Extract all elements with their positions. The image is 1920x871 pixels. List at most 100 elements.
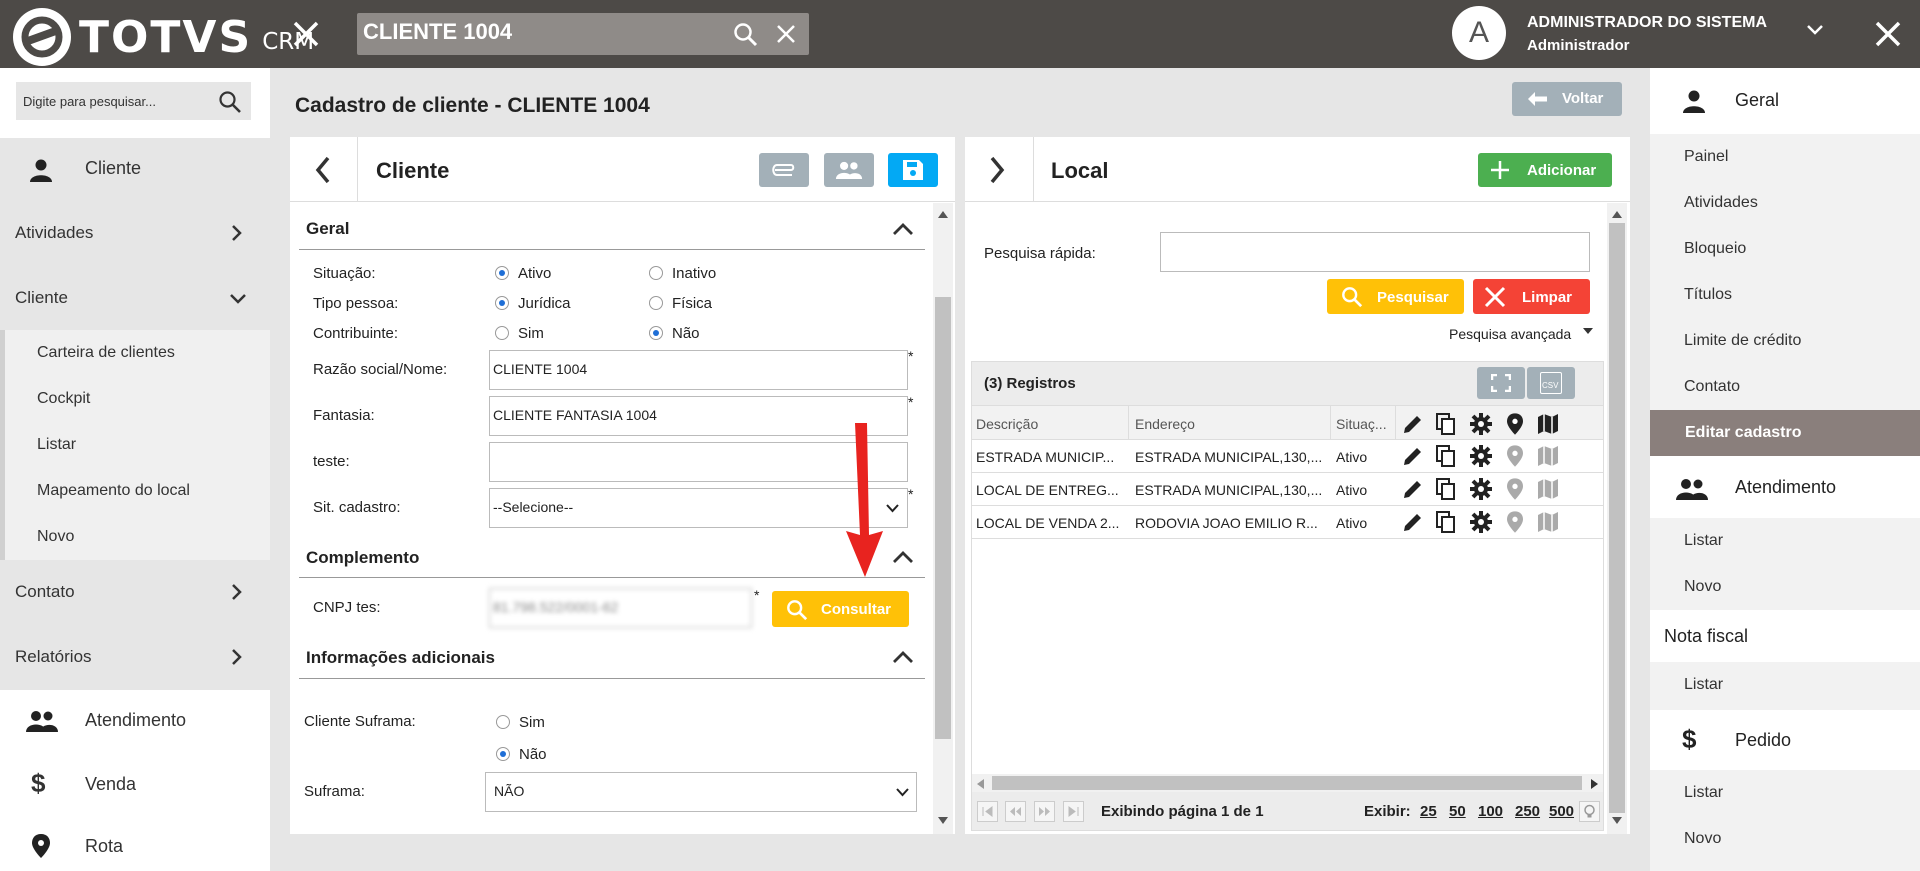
close-menu-icon[interactable] [290,18,322,50]
pesquisar-button[interactable]: Pesquisar [1327,279,1464,314]
map-icon[interactable] [1537,445,1559,467]
search-icon[interactable] [218,90,242,114]
column-endereco[interactable]: Endereço [1135,416,1195,432]
sidebar-item-listar[interactable]: Listar [37,436,76,454]
chevron-down-icon[interactable] [1806,24,1824,36]
right-item-nota-listar[interactable]: Listar [1684,676,1723,694]
tipo-juridica-radio[interactable] [495,296,509,310]
next-page-icon[interactable] [1034,801,1055,822]
right-item-bloqueio[interactable]: Bloqueio [1684,240,1746,258]
caret-down-icon[interactable] [1583,328,1593,334]
sidebar-item-atividades[interactable]: Atividades [0,200,270,266]
contribuinte-sim-radio[interactable] [495,326,509,340]
map-icon[interactable] [1537,511,1559,533]
location-pin-icon[interactable] [1507,478,1523,500]
scroll-thumb[interactable] [992,776,1582,790]
right-item-atendimento-novo[interactable]: Novo [1684,578,1721,596]
right-section-pedido[interactable]: $ Pedido [1650,710,1920,770]
edit-icon[interactable] [1402,478,1424,500]
right-item-pedido-listar[interactable]: Listar [1684,784,1723,802]
right-item-limite-credito[interactable]: Limite de crédito [1684,332,1801,350]
suframa-sim-radio[interactable] [496,715,510,729]
scroll-left-icon[interactable] [977,779,984,789]
attach-button[interactable] [759,153,809,187]
add-local-button[interactable]: Adicionar [1478,153,1612,187]
brand-logo[interactable]: TOTVS CRM [13,8,314,66]
table-row[interactable]: ESTRADA MUNICIP... ESTRADA MUNICIPAL,130… [972,440,1603,473]
suframa-nao-radio[interactable] [496,747,510,761]
sidebar-item-cliente-header[interactable]: Cliente [0,138,270,200]
cnpj-input[interactable]: 81.798.522/0001-62 [489,588,752,628]
scroll-down-icon[interactable] [938,817,948,824]
page-size-25[interactable]: 25 [1420,803,1437,820]
situacao-inativo-radio[interactable] [649,266,663,280]
right-item-contato[interactable]: Contato [1684,378,1740,396]
cliente-scrollbar[interactable] [933,203,953,834]
column-descricao[interactable]: Descrição [976,416,1038,432]
sidebar-item-venda[interactable]: $ Venda [0,752,270,816]
scroll-up-icon[interactable] [938,211,948,218]
location-pin-icon[interactable] [1507,445,1523,467]
scroll-right-icon[interactable] [1591,779,1598,789]
expand-button[interactable] [1477,367,1525,399]
search-icon[interactable] [733,22,759,48]
page-size-250[interactable]: 250 [1515,803,1540,820]
page-size-100[interactable]: 100 [1478,803,1503,820]
table-row[interactable]: LOCAL DE ENTREG... ESTRADA MUNICIPAL,130… [972,473,1603,506]
limpar-button[interactable]: Limpar [1473,279,1590,314]
close-icon[interactable] [1872,18,1904,50]
advanced-search-link[interactable]: Pesquisa avançada [1449,326,1571,342]
copy-icon[interactable] [1436,445,1456,467]
scroll-thumb[interactable] [935,297,951,739]
sidebar-item-atendimento[interactable]: Atendimento [0,690,270,752]
chevron-left-icon[interactable] [315,156,331,184]
quick-search-input[interactable] [1160,232,1590,272]
edit-icon[interactable] [1402,511,1424,533]
sidebar-item-contato[interactable]: Contato [0,560,270,624]
scroll-up-icon[interactable] [1612,211,1622,218]
chevron-up-icon[interactable] [892,223,914,236]
right-item-painel[interactable]: Painel [1684,148,1728,166]
user-avatar[interactable]: A [1452,6,1506,60]
gear-icon[interactable] [1470,445,1492,467]
gear-icon[interactable] [1470,511,1492,533]
sidebar-item-rota[interactable]: Rota [0,816,270,871]
sidebar-search-input[interactable]: Digite para pesquisar... [16,82,251,120]
chevron-up-icon[interactable] [892,551,914,564]
page-size-50[interactable]: 50 [1449,803,1466,820]
export-csv-button[interactable]: CSV [1527,367,1575,399]
sidebar-item-carteira[interactable]: Carteira de clientes [37,344,175,362]
table-row[interactable]: LOCAL DE VENDA 2... RODOVIA JOAO EMILIO … [972,506,1603,539]
razao-social-input[interactable]: CLIENTE 1004 [489,350,908,390]
sidebar-item-cliente-group[interactable]: Cliente [0,266,270,330]
right-section-geral[interactable]: Geral [1650,68,1920,134]
location-pin-icon[interactable] [1507,511,1523,533]
grid-h-scrollbar[interactable] [972,774,1603,792]
first-page-icon[interactable] [977,801,998,822]
right-section-atendimento[interactable]: Atendimento [1650,456,1920,518]
consultar-button[interactable]: Consultar [772,591,909,627]
page-size-500[interactable]: 500 [1549,803,1574,820]
map-icon[interactable] [1537,478,1559,500]
suframa-select[interactable]: NÃO [485,772,917,812]
clear-search-icon[interactable] [775,23,797,45]
last-page-icon[interactable] [1063,801,1084,822]
scroll-down-icon[interactable] [1612,817,1622,824]
local-scrollbar[interactable] [1607,203,1627,834]
user-name[interactable]: ADMINISTRADOR DO SISTEMA [1527,14,1767,32]
contacts-button[interactable] [824,153,874,187]
lightbulb-icon[interactable] [1579,801,1600,822]
contribuinte-nao-radio[interactable] [649,326,663,340]
right-item-editar-cadastro[interactable]: Editar cadastro [1650,410,1920,456]
situacao-ativo-radio[interactable] [495,266,509,280]
copy-icon[interactable] [1436,478,1456,500]
save-button[interactable] [888,153,938,187]
edit-icon[interactable] [1402,445,1424,467]
sidebar-item-mapeamento[interactable]: Mapeamento do local [37,482,190,500]
chevron-up-icon[interactable] [892,651,914,664]
back-button[interactable]: Voltar [1512,82,1622,116]
tipo-fisica-radio[interactable] [649,296,663,310]
right-item-atendimento-listar[interactable]: Listar [1684,532,1723,550]
gear-icon[interactable] [1470,478,1492,500]
sidebar-item-relatorios[interactable]: Relatórios [0,624,270,690]
